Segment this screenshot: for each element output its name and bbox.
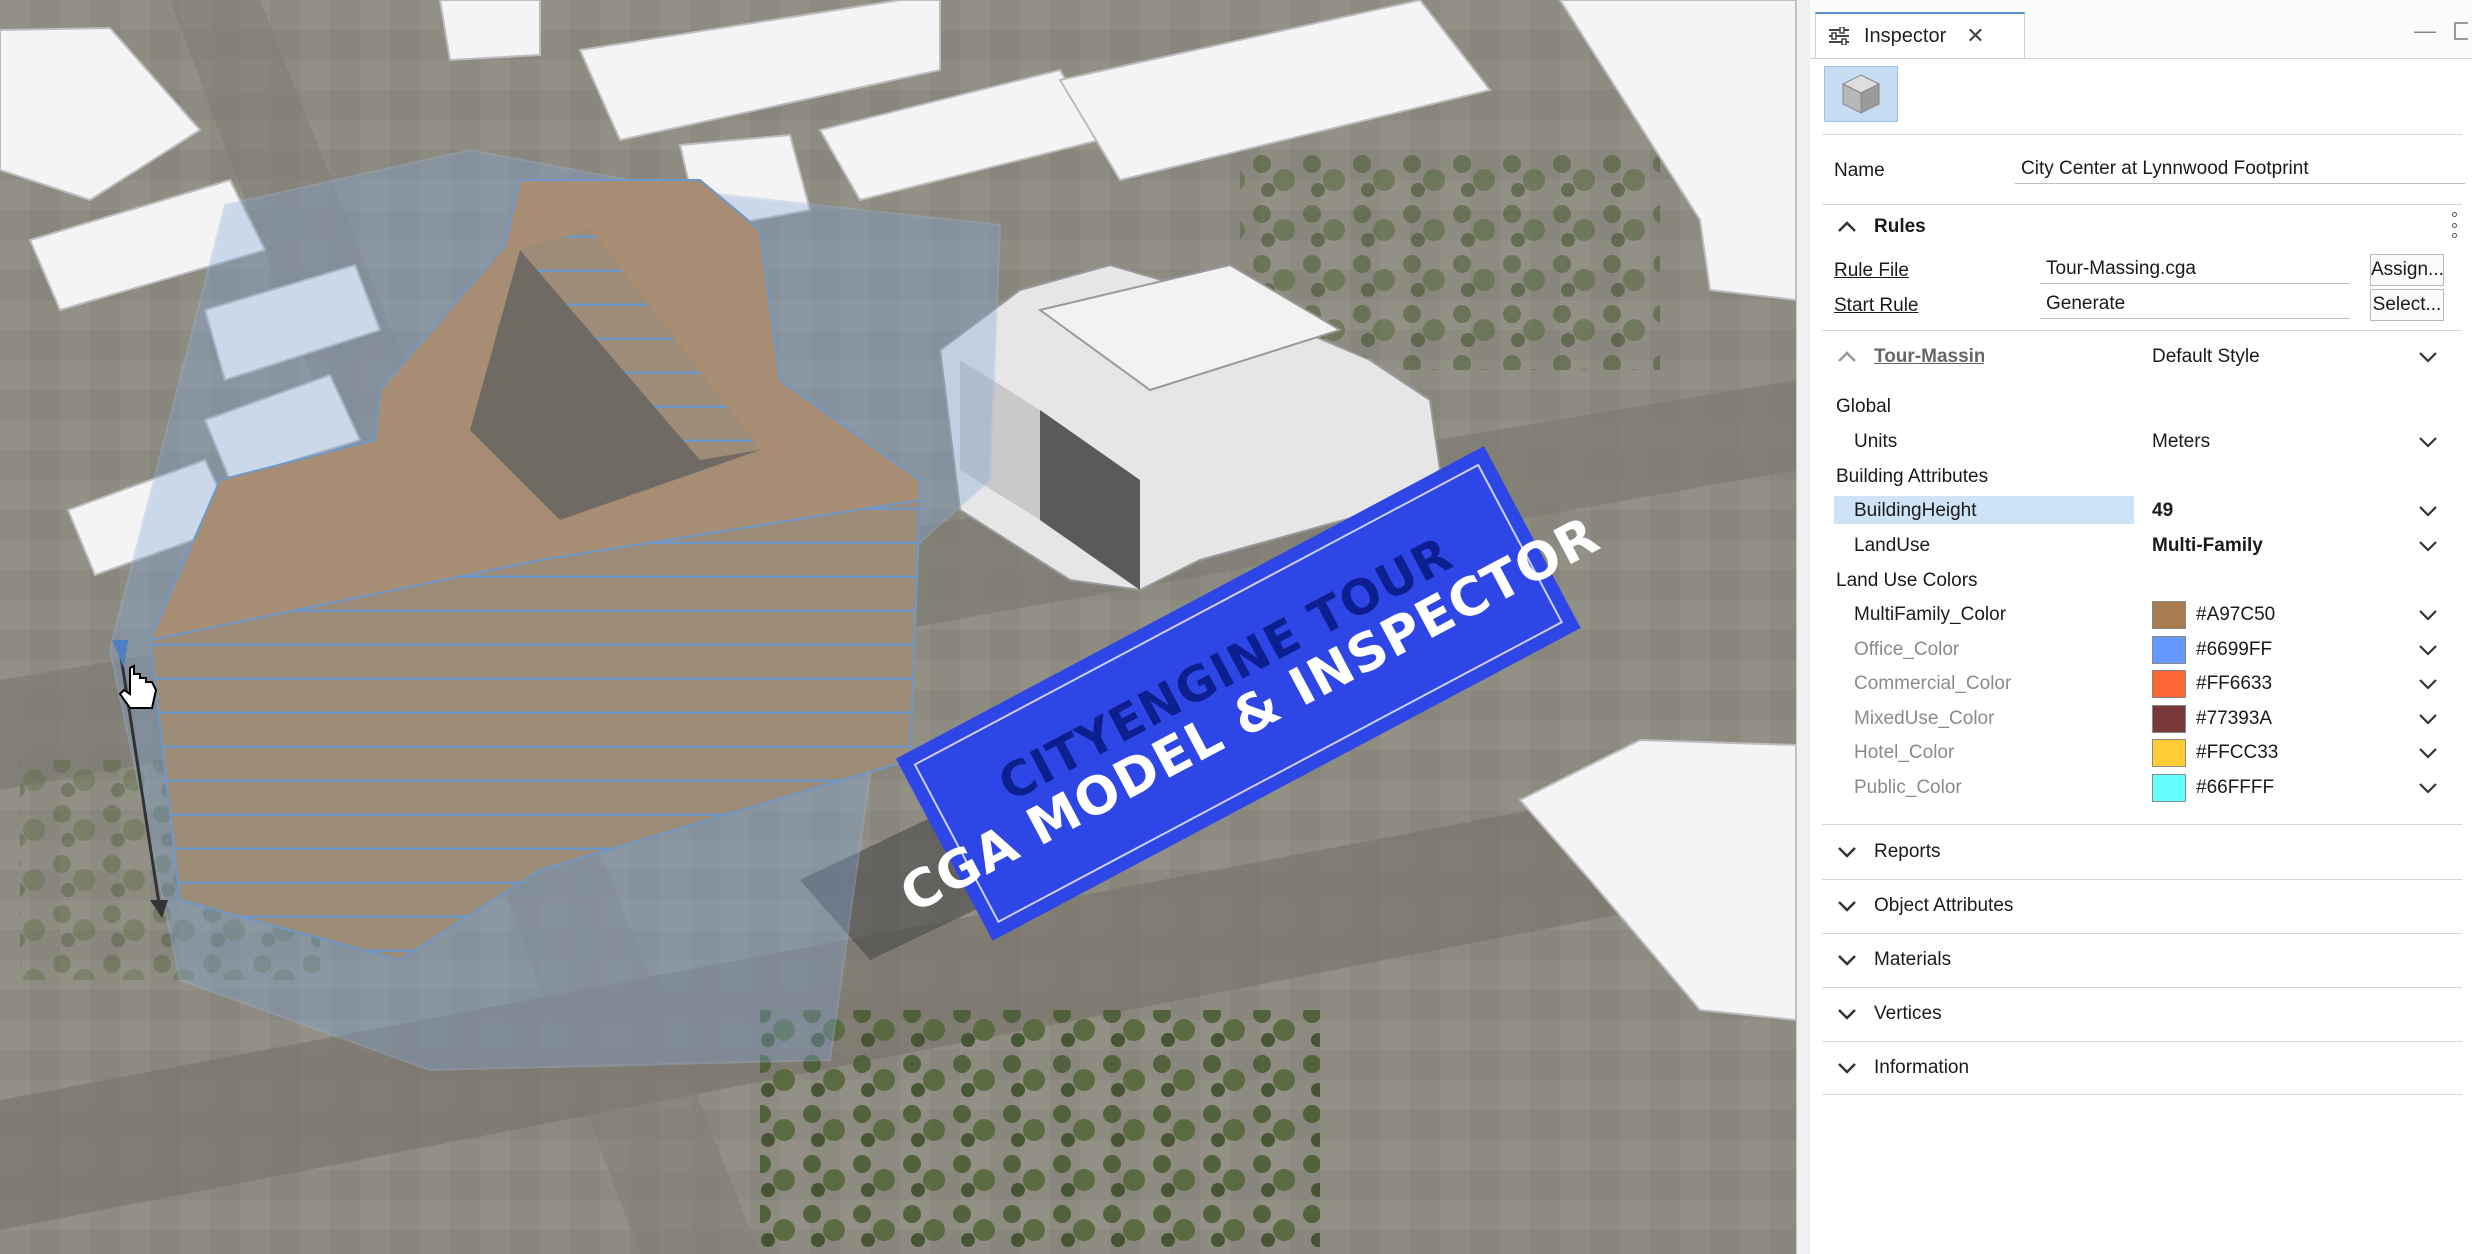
units-label: Units: [1854, 431, 1898, 452]
color-value: #6699FF: [2196, 639, 2273, 660]
building-attributes-label: Building Attributes: [1836, 466, 1989, 487]
color-value: #FF6633: [2196, 673, 2273, 694]
chevron-down-icon: [1838, 1063, 1856, 1074]
reports-label: Reports: [1874, 841, 1941, 862]
vertices-section-toggle[interactable]: Vertices: [1834, 999, 1942, 1029]
style-dropdown[interactable]: Default Style: [2142, 342, 2444, 372]
chevron-down-icon: [2419, 714, 2437, 725]
chevron-down-icon: [1838, 1009, 1856, 1020]
color-attr-label: Commercial_Color: [1854, 673, 2012, 694]
object-attributes-label: Object Attributes: [1874, 895, 2014, 916]
information-section-toggle[interactable]: Information: [1834, 1053, 1969, 1083]
tab-bar: Inspector ✕ —: [1810, 0, 2472, 59]
start-rule-field[interactable]: Generate: [2040, 289, 2350, 319]
chevron-down-icon: [2419, 541, 2437, 552]
minimize-icon[interactable]: —: [2414, 18, 2436, 44]
inspector-panel: Inspector ✕ — Name City Center at Lynnwo…: [1810, 0, 2472, 1254]
landuse-value: Multi-Family: [2152, 535, 2263, 556]
vertices-label: Vertices: [1874, 1003, 1942, 1024]
3d-viewport[interactable]: CITYENGINE TOUR CGA MODEL & INSPECTOR: [0, 0, 1796, 1254]
color-swatch: [2152, 601, 2186, 629]
chevron-down-icon: [1838, 955, 1856, 966]
materials-label: Materials: [1874, 949, 1952, 970]
color-value: #66FFFF: [2196, 777, 2275, 798]
color-picker[interactable]: #77393A: [2142, 704, 2444, 734]
land-use-colors-label: Land Use Colors: [1836, 570, 1978, 591]
style-section-toggle[interactable]: Tour-Massing: [1834, 342, 1984, 372]
panel-splitter[interactable]: [1796, 0, 1811, 1254]
chevron-down-icon: [2419, 506, 2437, 517]
color-picker[interactable]: #6699FF: [2142, 635, 2444, 665]
building-height-dropdown[interactable]: 49: [2142, 496, 2444, 526]
color-picker[interactable]: #A97C50: [2142, 600, 2444, 630]
color-picker[interactable]: #66FFFF: [2142, 773, 2444, 803]
chevron-down-icon: [1838, 901, 1856, 912]
object-attributes-section-toggle[interactable]: Object Attributes: [1834, 891, 2013, 921]
color-attr-label: MixedUse_Color: [1854, 708, 1995, 729]
chevron-down-icon: [2419, 645, 2437, 656]
chevron-up-icon: [1838, 221, 1856, 232]
building-height-label: BuildingHeight: [1854, 500, 1977, 521]
rules-title: Rules: [1874, 216, 1926, 237]
color-attr-label: Office_Color: [1854, 639, 1960, 660]
units-value: Meters: [2152, 431, 2211, 452]
color-value: #FFCC33: [2196, 742, 2279, 763]
rules-section-toggle[interactable]: Rules: [1834, 212, 1926, 242]
chevron-down-icon: [2419, 783, 2437, 794]
inspector-sliders-icon: [1829, 27, 1849, 45]
start-rule-link[interactable]: Start Rule: [1834, 295, 1918, 317]
color-picker[interactable]: #FFCC33: [2142, 738, 2444, 768]
color-attr-label: MultiFamily_Color: [1854, 604, 2007, 625]
more-options-icon[interactable]: [2452, 212, 2458, 238]
color-swatch: [2152, 670, 2186, 698]
reports-section-toggle[interactable]: Reports: [1834, 837, 1941, 867]
color-swatch: [2152, 774, 2186, 802]
rule-file-field[interactable]: Tour-Massing.cga: [2040, 254, 2350, 284]
color-value: #77393A: [2196, 708, 2273, 729]
select-button[interactable]: Select...: [2370, 289, 2444, 321]
chevron-down-icon: [2419, 437, 2437, 448]
chevron-down-icon: [1838, 847, 1856, 858]
color-swatch: [2152, 636, 2186, 664]
building-height-value: 49: [2152, 500, 2174, 521]
landuse-dropdown[interactable]: Multi-Family: [2142, 531, 2444, 561]
tree-area: [760, 1010, 1320, 1254]
units-dropdown[interactable]: Meters: [2142, 427, 2444, 457]
tab-inspector[interactable]: Inspector ✕: [1815, 12, 2025, 58]
information-label: Information: [1874, 1057, 1970, 1078]
rule-name-link[interactable]: Tour-Massing: [1874, 346, 1984, 368]
style-value: Default Style: [2152, 346, 2260, 367]
maximize-icon[interactable]: [2454, 22, 2468, 40]
chevron-down-icon: [2419, 610, 2437, 621]
tab-title: Inspector: [1864, 24, 1947, 47]
materials-section-toggle[interactable]: Materials: [1834, 945, 1951, 975]
assign-button[interactable]: Assign...: [2370, 254, 2444, 286]
color-swatch: [2152, 705, 2186, 733]
chevron-down-icon: [2419, 748, 2437, 759]
close-icon[interactable]: ✕: [1966, 23, 1984, 49]
color-value: #A97C50: [2196, 604, 2276, 625]
chevron-down-icon: [2419, 679, 2437, 690]
landuse-label: LandUse: [1854, 535, 1931, 556]
global-group-label: Global: [1836, 396, 1891, 417]
color-picker[interactable]: #FF6633: [2142, 669, 2444, 699]
color-attr-label: Hotel_Color: [1854, 742, 1955, 763]
chevron-up-icon: [1838, 351, 1856, 362]
chevron-down-icon: [2419, 352, 2437, 363]
cube-icon: [1841, 74, 1881, 114]
name-field[interactable]: City Center at Lynnwood Footprint: [2015, 154, 2465, 184]
color-swatch: [2152, 739, 2186, 767]
shape-thumbnail-icon[interactable]: [1824, 66, 1898, 122]
name-label: Name: [1834, 160, 1885, 181]
rule-file-link[interactable]: Rule File: [1834, 260, 1909, 282]
color-attr-label: Public_Color: [1854, 777, 1962, 798]
